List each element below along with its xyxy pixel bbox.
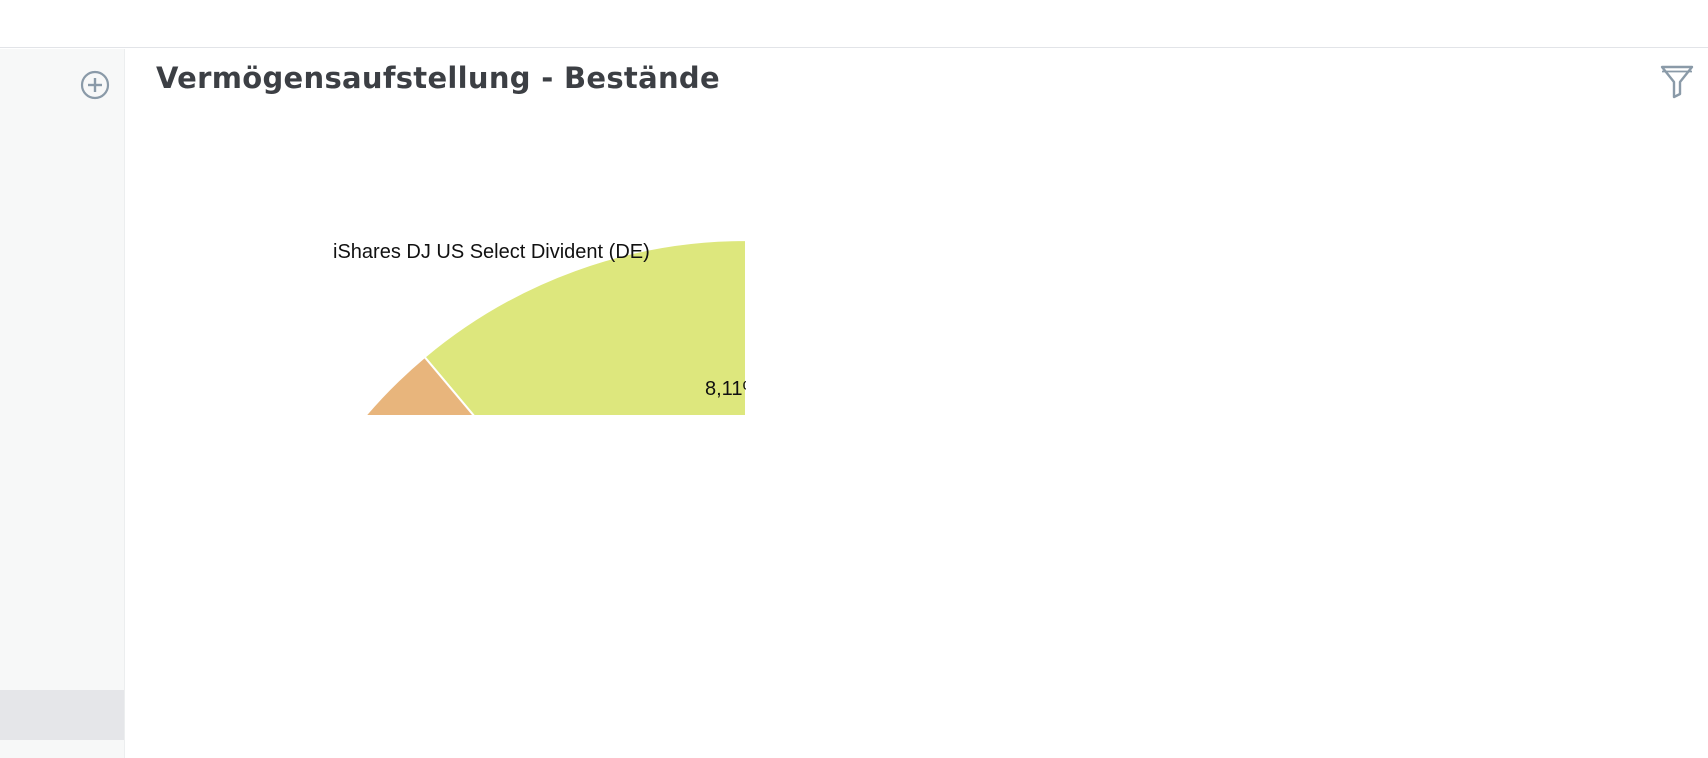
plus-circle-icon: [80, 70, 110, 100]
sidebar-item-selected[interactable]: [0, 690, 124, 740]
pie-chart: iShares DJ US Select Divident (DE) 8,11%: [333, 238, 760, 480]
add-widget-button[interactable]: [79, 69, 111, 101]
filter-button[interactable]: [1659, 63, 1695, 99]
funnel-filter-icon: [1660, 65, 1694, 99]
sidebar: [0, 49, 125, 758]
slice-value-label: 8,11%: [705, 378, 760, 400]
pie-chart-area: iShares DJ US Select Divident (DE) 8,11%: [180, 180, 780, 480]
top-bar: [0, 0, 1708, 48]
slice-label: iShares DJ US Select Divident (DE): [333, 241, 650, 263]
pie-slice-ishares[interactable]: [423, 238, 746, 480]
panel-title: Vermögensaufstellung - Bestände: [156, 61, 720, 95]
